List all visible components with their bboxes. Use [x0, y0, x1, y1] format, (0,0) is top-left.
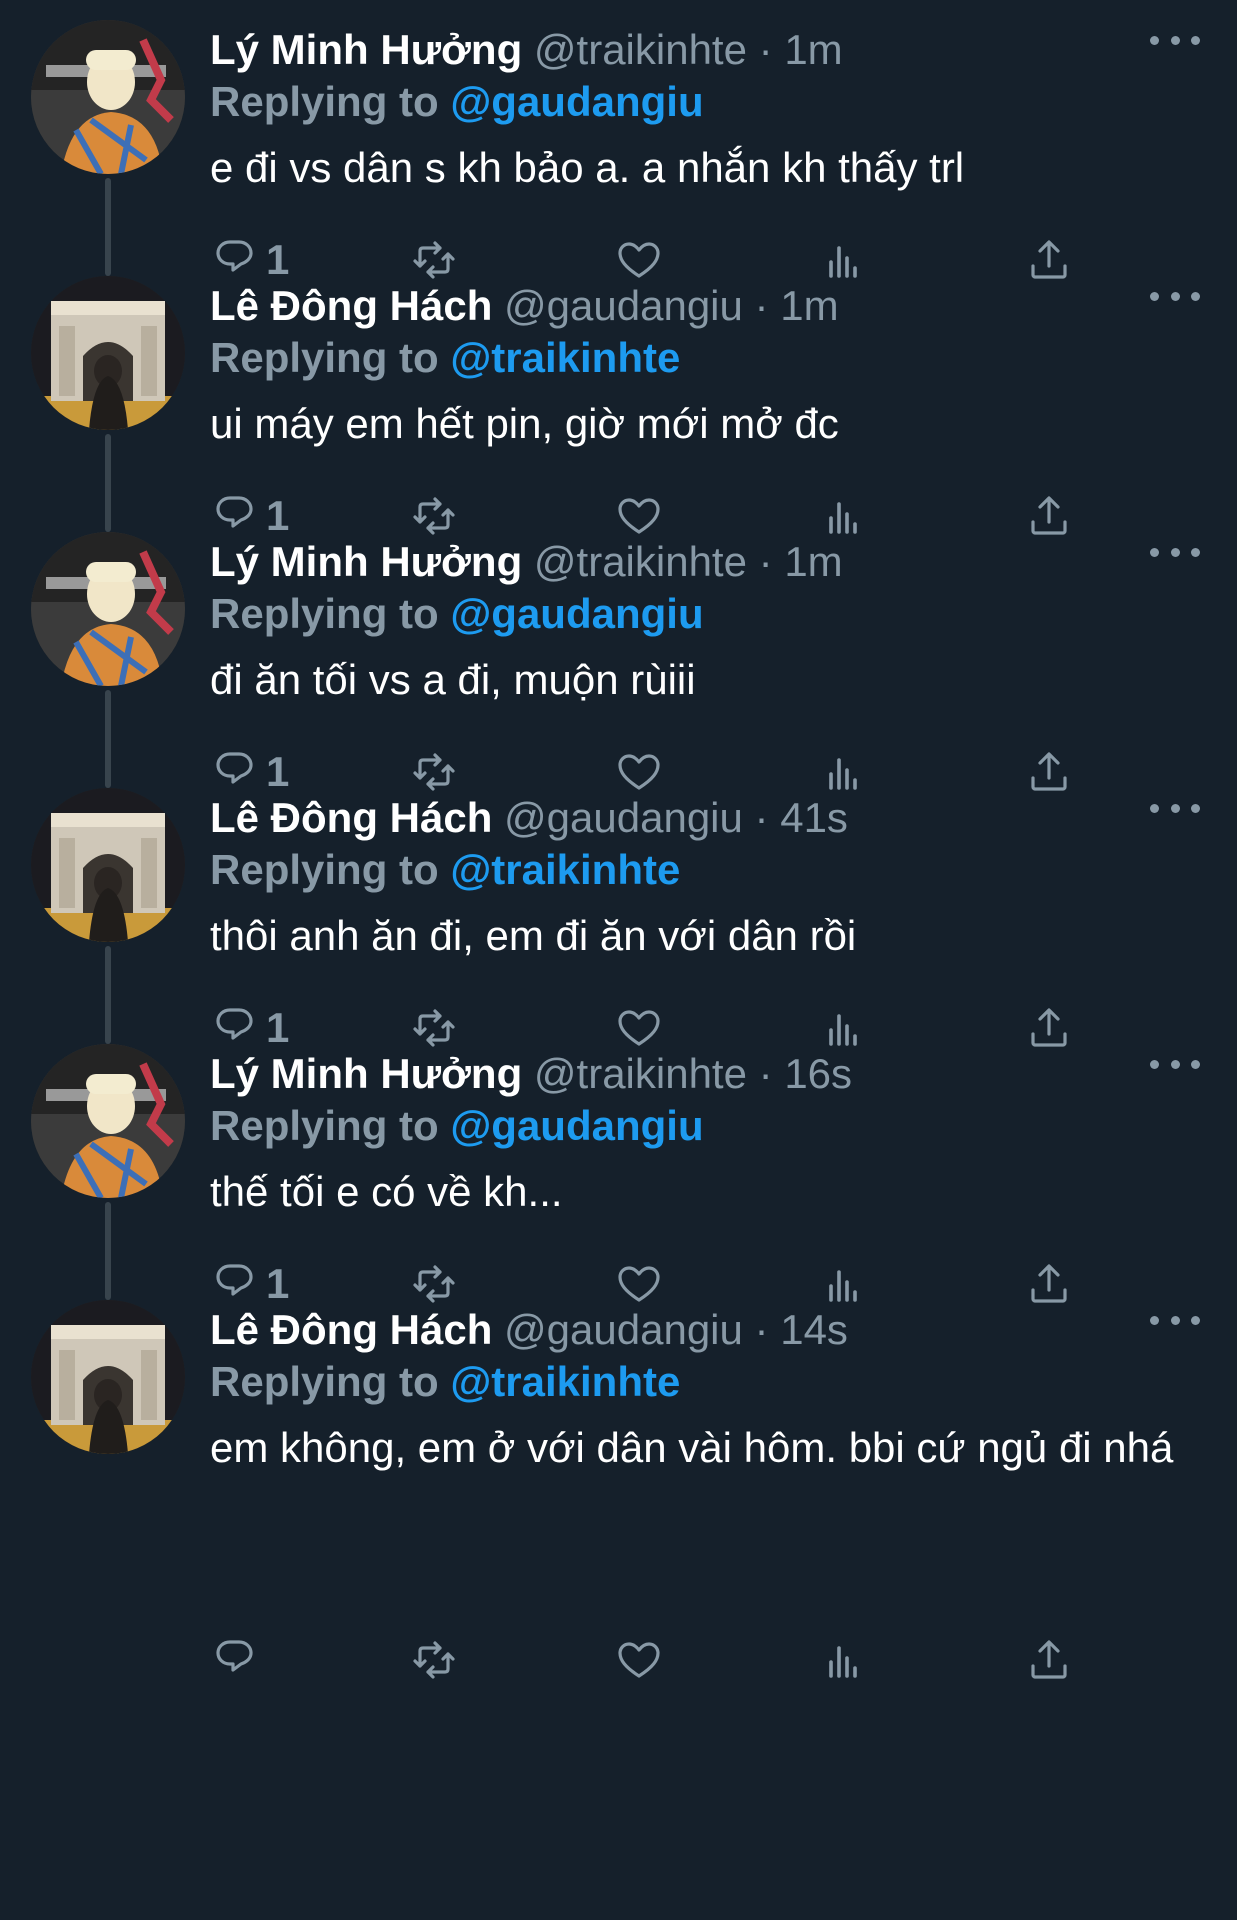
avatar[interactable] [31, 20, 185, 174]
share-icon [1031, 1640, 1067, 1679]
replying-to: Replying to @gaudangiu [210, 1098, 704, 1154]
display-name[interactable]: Lý Minh Hưởng [210, 538, 522, 585]
more-icon[interactable] [1150, 1044, 1200, 1084]
more-icon[interactable] [1150, 276, 1200, 316]
tweet-text: thế tối e có về kh... [210, 1168, 563, 1215]
replying-to-handle[interactable]: @gaudangiu [450, 590, 703, 637]
display-name[interactable]: Lý Minh Hưởng [210, 1050, 522, 1097]
timestamp[interactable]: 41s [780, 794, 848, 841]
timestamp[interactable]: 1m [780, 282, 838, 329]
like-button[interactable] [615, 1630, 663, 1690]
user-handle[interactable]: @traikinhte [534, 1050, 747, 1097]
replying-to: Replying to @traikinhte [210, 330, 680, 386]
timestamp[interactable]: 1m [784, 26, 842, 73]
meta-separator: · [758, 26, 773, 73]
user-handle[interactable]: @traikinhte [534, 538, 747, 585]
user-handle[interactable]: @gaudangiu [504, 1306, 743, 1353]
avatar[interactable] [31, 1300, 185, 1454]
tweet-header: Lê Đông Hách @gaudangiu · 1m [210, 278, 839, 334]
replying-to-label: Replying to [210, 1102, 439, 1149]
display-name[interactable]: Lê Đông Hách [210, 1306, 492, 1353]
share-button[interactable] [1025, 1630, 1073, 1690]
more-icon[interactable] [1150, 1300, 1200, 1340]
retweet-button[interactable] [410, 1630, 458, 1690]
tweet-text: em không, em ở với dân vài hôm. bbi cứ n… [210, 1424, 1174, 1471]
user-handle[interactable]: @gaudangiu [504, 282, 743, 329]
reply-icon [216, 1640, 253, 1672]
replying-to-label: Replying to [210, 334, 439, 381]
timestamp[interactable]: 16s [784, 1050, 852, 1097]
like-icon [618, 1642, 660, 1678]
tweet-header: Lý Minh Hưởng @traikinhte · 1m [210, 22, 843, 78]
reply-button[interactable] [210, 1630, 266, 1690]
more-icon[interactable] [1150, 788, 1200, 828]
user-handle[interactable]: @gaudangiu [504, 794, 743, 841]
meta-separator: · [758, 1050, 773, 1097]
avatar[interactable] [31, 1044, 185, 1198]
avatar[interactable] [31, 276, 185, 430]
display-name[interactable]: Lê Đông Hách [210, 282, 492, 329]
replying-to: Replying to @traikinhte [210, 1354, 680, 1410]
replying-to-label: Replying to [210, 846, 439, 893]
meta-separator: · [758, 538, 773, 585]
more-icon[interactable] [1150, 532, 1200, 572]
display-name[interactable]: Lý Minh Hưởng [210, 26, 522, 73]
replying-to-label: Replying to [210, 78, 439, 125]
meta-separator: · [754, 1306, 769, 1353]
timestamp[interactable]: 14s [780, 1306, 848, 1353]
tweet-header: Lê Đông Hách @gaudangiu · 14s [210, 1302, 848, 1358]
replying-to-label: Replying to [210, 1358, 439, 1405]
timestamp[interactable]: 1m [784, 538, 842, 585]
avatar[interactable] [31, 788, 185, 942]
replying-to: Replying to @gaudangiu [210, 74, 704, 130]
replying-to-handle[interactable]: @gaudangiu [450, 78, 703, 125]
tweet-text: thôi anh ăn đi, em đi ăn với dân rồi [210, 912, 857, 959]
more-icon[interactable] [1150, 20, 1200, 60]
replying-to-label: Replying to [210, 590, 439, 637]
tweet-text: ui máy em hết pin, giờ mới mở đc [210, 400, 839, 447]
meta-separator: · [754, 282, 769, 329]
stats-icon [829, 1646, 857, 1678]
replying-to: Replying to @gaudangiu [210, 586, 704, 642]
avatar[interactable] [31, 532, 185, 686]
meta-separator: · [754, 794, 769, 841]
display-name[interactable]: Lê Đông Hách [210, 794, 492, 841]
tweet[interactable]: Lê Đông Hách @gaudangiu · 14s Replying to… [0, 1280, 1237, 1679]
tweet-text: e đi vs dân s kh bảo a. a nhắn kh thấy t… [210, 144, 965, 191]
conversation-thread: Lý Minh Hưởng @traikinhte · 1m Replying t… [0, 0, 1237, 1920]
tweet-text: đi ăn tối vs a đi, muộn rùiii [210, 656, 696, 703]
user-handle[interactable]: @traikinhte [534, 26, 747, 73]
replying-to: Replying to @traikinhte [210, 842, 680, 898]
tweet-header: Lê Đông Hách @gaudangiu · 41s [210, 790, 848, 846]
tweet-header: Lý Minh Hưởng @traikinhte · 16s [210, 1046, 852, 1102]
tweet-header: Lý Minh Hưởng @traikinhte · 1m [210, 534, 843, 590]
retweet-icon [413, 1641, 455, 1679]
stats-button[interactable] [820, 1630, 868, 1690]
tweet-actions [210, 1630, 1110, 1690]
replying-to-handle[interactable]: @traikinhte [450, 1358, 680, 1405]
replying-to-handle[interactable]: @gaudangiu [450, 1102, 703, 1149]
replying-to-handle[interactable]: @traikinhte [450, 846, 680, 893]
replying-to-handle[interactable]: @traikinhte [450, 334, 680, 381]
